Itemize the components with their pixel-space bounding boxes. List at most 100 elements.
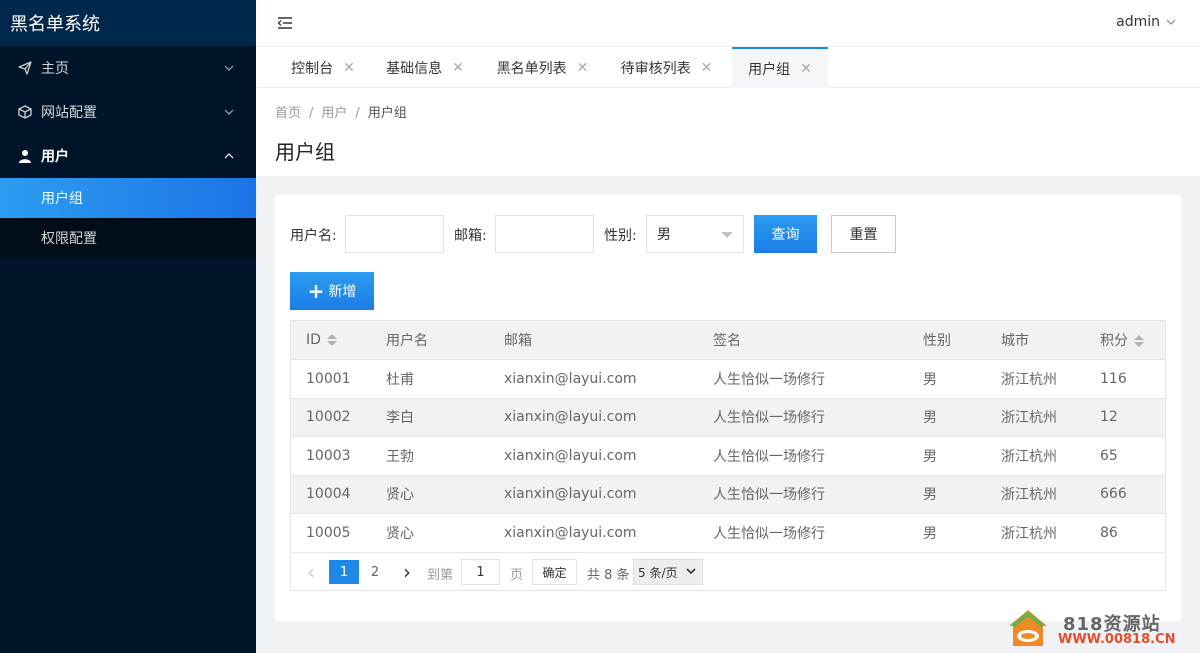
cell-points: 65 [1085,436,1165,476]
cell-signature: 人生恰似一场修行 [698,436,908,476]
tab-blacklist[interactable]: 黑名单列表 ✕ [485,47,600,88]
cell-username: 李白 [371,398,489,437]
page-size-value: 5 条/页 [638,565,678,580]
cell-id: 10003 [291,436,371,476]
goto-label: 到第 [427,568,454,583]
cell-signature: 人生恰似一场修行 [698,475,908,514]
page-2-button[interactable]: 2 [365,560,385,584]
chevron-up-icon [224,153,234,159]
cell-id: 10004 [291,475,371,514]
cell-username: 杜甫 [371,359,489,399]
watermark: 818资源站 WWW.00818.CN [1003,606,1193,650]
menu-fold-icon[interactable] [276,14,294,32]
cell-email: xianxin@layui.com [489,475,698,514]
table-row[interactable]: 10002 李白 xianxin@layui.com 人生恰似一场修行男浙江杭州 12 [291,398,1165,437]
breadcrumb: 首页 / 用户 / 用户组 [275,106,407,121]
tab-user-group[interactable]: 用户组 ✕ [732,47,828,88]
tab-label: 黑名单列表 [496,60,567,77]
tab-bar: 控制台 ✕ 基础信息 ✕ 黑名单列表 ✕ 待审核列表 ✕ 用户组 ✕ [256,46,1200,88]
plus-icon: + [307,279,325,303]
tab-label: 待审核列表 [620,60,691,77]
cell-city: 浙江杭州 [986,359,1085,399]
cell-username: 贤心 [371,475,489,514]
add-button-label: 新增 [328,284,357,300]
cell-signature: 人生恰似一场修行 [698,513,908,553]
cell-gender: 男 [908,436,986,476]
close-icon[interactable]: ✕ [577,60,589,76]
table-header-row: ID 用户名 邮箱 签名 性别 城市 积分 [291,321,1165,360]
column-header-gender: 性别 [908,321,986,360]
email-label: 邮箱: [454,228,487,244]
watermark-url: WWW.00818.CN [1058,632,1176,647]
cell-signature: 人生恰似一场修行 [698,359,908,399]
gender-label: 性别: [604,228,637,244]
content-header: 首页 / 用户 / 用户组 用户组 [256,88,1200,176]
user-menu[interactable]: admin [1116,14,1176,30]
sidebar-item-label: 主页 [41,61,69,77]
page-1-button[interactable]: 1 [329,560,359,584]
gender-select[interactable]: 男 [646,215,744,253]
table-row[interactable]: 10004 贤心 xianxin@layui.com 人生恰似一场修行男浙江杭州 666 [291,475,1165,514]
paper-plane-icon [18,61,32,75]
add-button[interactable]: + 新增 [290,272,374,310]
next-page-button[interactable]: › [397,560,417,584]
tab-basic-info[interactable]: 基础信息 ✕ [375,47,475,88]
query-button[interactable]: 查询 [754,215,817,253]
chevron-down-icon [1166,19,1176,25]
user-table: ID 用户名 邮箱 签名 性别 城市 积分 10001 杜甫 xianxin@lay… [290,320,1166,591]
sidebar-item-label: 网站配置 [41,105,97,121]
breadcrumb-home[interactable]: 首页 [275,106,301,121]
tab-label: 用户组 [748,61,791,78]
close-icon[interactable]: ✕ [452,60,464,76]
cell-gender: 男 [908,513,986,553]
cell-email: xianxin@layui.com [489,398,698,437]
prev-page-button[interactable]: ‹ [301,560,321,584]
table-row[interactable]: 10003 王勃 xianxin@layui.com 人生恰似一场修行男浙江杭州 65 [291,436,1165,476]
reset-button[interactable]: 重置 [831,215,896,253]
username-input[interactable] [345,215,444,253]
sidebar-item-user-group[interactable]: 用户组 [0,178,256,218]
column-header-username: 用户名 [371,321,489,360]
cell-city: 浙江杭州 [986,513,1085,553]
cell-gender: 男 [908,359,986,399]
sort-icon[interactable] [326,334,337,346]
chevron-down-icon [686,568,696,575]
user-icon [18,149,32,163]
close-icon[interactable]: ✕ [701,60,713,76]
sidebar: 黑名单系统 主页 网站配置 用户 用户组 权限配置 [0,0,256,653]
sidebar-item-permissions[interactable]: 权限配置 [0,218,256,258]
cell-username: 王勃 [371,436,489,476]
column-header-city: 城市 [986,321,1085,360]
cell-points: 666 [1085,475,1165,514]
page-size-select[interactable]: 5 条/页 [633,559,703,585]
goto-page-input[interactable]: 1 [461,559,500,585]
gender-value: 男 [657,227,671,243]
cell-points: 12 [1085,398,1165,437]
close-icon[interactable]: ✕ [800,61,812,77]
email-input[interactable] [495,215,594,253]
sidebar-item-label: 用户 [41,149,69,165]
cell-city: 浙江杭州 [986,436,1085,476]
sidebar-item-home[interactable]: 主页 [0,46,256,90]
sort-icon[interactable] [1134,335,1144,347]
sidebar-item-user[interactable]: 用户 [0,134,256,178]
caret-down-icon [721,232,733,238]
top-header: admin [256,0,1200,46]
page-suffix: 页 [510,568,524,583]
cell-points: 86 [1085,513,1165,553]
table-row[interactable]: 10005 贤心 xianxin@layui.com 人生恰似一场修行男浙江杭州 86 [291,513,1165,553]
cell-id: 10005 [291,513,371,553]
close-icon[interactable]: ✕ [343,60,355,76]
breadcrumb-user[interactable]: 用户 [321,106,347,121]
column-header-signature: 签名 [698,321,908,360]
goto-confirm-button[interactable]: 确定 [532,559,577,585]
cell-email: xianxin@layui.com [489,436,698,476]
tab-pending-review[interactable]: 待审核列表 ✕ [609,47,724,88]
sidebar-item-site-config[interactable]: 网站配置 [0,90,256,134]
table-row[interactable]: 10001 杜甫 xianxin@layui.com 人生恰似一场修行男浙江杭州 116 [291,359,1165,399]
cell-city: 浙江杭州 [986,398,1085,437]
cell-username: 贤心 [371,513,489,553]
column-header-points[interactable]: 积分 [1085,321,1165,360]
column-header-id[interactable]: ID [291,321,371,360]
tab-dashboard[interactable]: 控制台 ✕ [278,47,368,88]
